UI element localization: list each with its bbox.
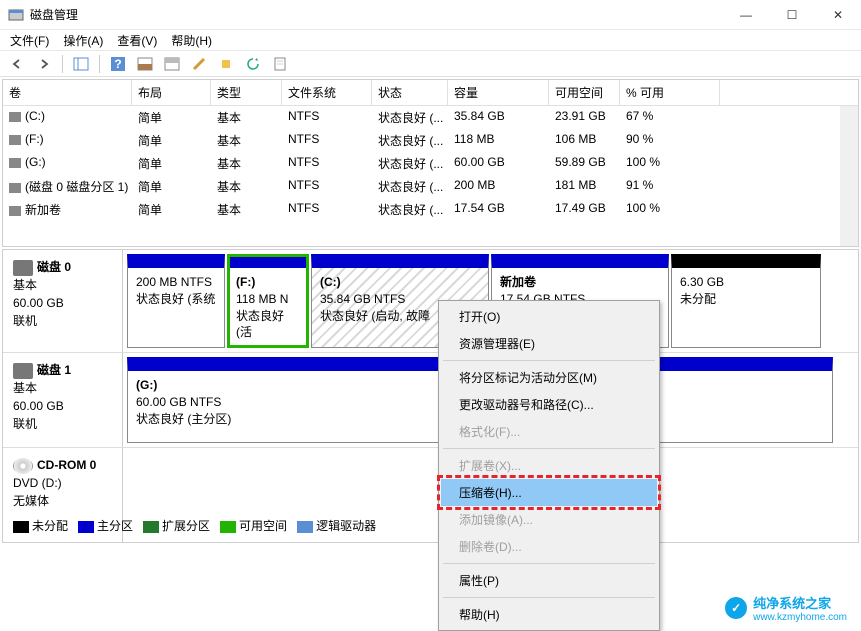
table-header[interactable]: 卷 布局 类型 文件系统 状态 容量 可用空间 % 可用 <box>3 80 858 106</box>
maximize-button[interactable]: ☐ <box>769 0 815 30</box>
minimize-button[interactable]: — <box>723 0 769 30</box>
legend-item: 扩展分区 <box>143 517 210 534</box>
col-type[interactable]: 类型 <box>211 80 282 105</box>
menu-help[interactable]: 帮助(H) <box>171 32 212 49</box>
partition[interactable]: (F:)118 MB N状态良好 (活 <box>227 254 309 348</box>
disk-graph: 磁盘 0基本60.00 GB联机200 MB NTFS状态良好 (系统(F:)1… <box>2 249 859 543</box>
disk-icon <box>13 363 33 379</box>
watermark: ✓ 纯净系统之家 www.kzmyhome.com <box>717 591 855 625</box>
partition[interactable]: 200 MB NTFS状态良好 (系统 <box>127 254 225 348</box>
close-button[interactable]: ✕ <box>815 0 861 30</box>
table-row[interactable]: 新加卷简单基本NTFS状态良好 (...17.54 GB17.49 GB100 … <box>3 198 840 221</box>
table-row[interactable]: (G:)简单基本NTFS状态良好 (...60.00 GB59.89 GB100… <box>3 152 840 175</box>
ctx-format[interactable]: 格式化(F)... <box>441 418 657 445</box>
help-button[interactable]: ? <box>107 53 129 75</box>
action2-button[interactable] <box>215 53 237 75</box>
col-layout[interactable]: 布局 <box>132 80 211 105</box>
table-row[interactable]: (C:)简单基本NTFS状态良好 (...35.84 GB23.91 GB67 … <box>3 106 840 129</box>
disk-row: 磁盘 1基本60.00 GB联机(G:)60.00 GB NTFS状态良好 (主… <box>3 352 858 447</box>
legend-item: 可用空间 <box>220 517 287 534</box>
volume-table: 卷 布局 类型 文件系统 状态 容量 可用空间 % 可用 (C:)简单基本NTF… <box>2 79 859 247</box>
legend-item: 逻辑驱动器 <box>297 517 376 534</box>
watermark-logo-icon: ✓ <box>725 597 747 619</box>
refresh-button[interactable] <box>242 53 264 75</box>
props-button[interactable] <box>269 53 291 75</box>
disk-icon <box>13 260 33 276</box>
col-pctfree[interactable]: % 可用 <box>620 80 720 105</box>
ctx-changeletter[interactable]: 更改驱动器号和路径(C)... <box>441 391 657 418</box>
show-tree-button[interactable] <box>70 53 92 75</box>
disk-row: 磁盘 0基本60.00 GB联机200 MB NTFS状态良好 (系统(F:)1… <box>3 250 858 352</box>
col-freespace[interactable]: 可用空间 <box>549 80 620 105</box>
ctx-open[interactable]: 打开(O) <box>441 303 657 330</box>
ctx-delete[interactable]: 删除卷(D)... <box>441 533 657 560</box>
table-row[interactable]: (F:)简单基本NTFS状态良好 (...118 MB106 MB90 % <box>3 129 840 152</box>
partition[interactable]: 6.30 GB未分配 <box>671 254 821 348</box>
ctx-shrink[interactable]: 压缩卷(H)... <box>441 479 657 506</box>
ctx-extend[interactable]: 扩展卷(X)... <box>441 452 657 479</box>
legend: 未分配主分区扩展分区可用空间逻辑驱动器 <box>7 513 382 538</box>
col-volume[interactable]: 卷 <box>3 80 132 105</box>
window-title: 磁盘管理 <box>30 6 723 23</box>
legend-item: 主分区 <box>78 517 133 534</box>
menu-view[interactable]: 查看(V) <box>117 32 157 49</box>
titlebar: 磁盘管理 — ☐ ✕ <box>0 0 861 30</box>
menu-action[interactable]: 操作(A) <box>63 32 103 49</box>
ctx-mirror[interactable]: 添加镜像(A)... <box>441 506 657 533</box>
context-menu: 打开(O) 资源管理器(E) 将分区标记为活动分区(M) 更改驱动器号和路径(C… <box>438 300 660 631</box>
ctx-explorer[interactable]: 资源管理器(E) <box>441 330 657 357</box>
watermark-brand: 纯净系统之家 <box>753 593 847 612</box>
forward-button[interactable] <box>33 53 55 75</box>
table-body[interactable]: (C:)简单基本NTFS状态良好 (...35.84 GB23.91 GB67 … <box>3 106 858 246</box>
watermark-url: www.kzmyhome.com <box>753 612 847 623</box>
toolbar: ? <box>0 51 861 77</box>
ctx-help[interactable]: 帮助(H) <box>441 601 657 628</box>
col-capacity[interactable]: 容量 <box>448 80 549 105</box>
back-button[interactable] <box>6 53 28 75</box>
cdrom-icon <box>13 458 33 474</box>
col-fs[interactable]: 文件系统 <box>282 80 372 105</box>
ctx-props[interactable]: 属性(P) <box>441 567 657 594</box>
svg-text:?: ? <box>114 57 121 71</box>
col-status[interactable]: 状态 <box>372 80 448 105</box>
ctx-active[interactable]: 将分区标记为活动分区(M) <box>441 364 657 391</box>
list-button[interactable] <box>161 53 183 75</box>
table-row[interactable]: (磁盘 0 磁盘分区 1)简单基本NTFS状态良好 (...200 MB181 … <box>3 175 840 198</box>
legend-item: 未分配 <box>13 517 68 534</box>
menubar: 文件(F) 操作(A) 查看(V) 帮助(H) <box>0 30 861 51</box>
action1-button[interactable] <box>188 53 210 75</box>
menu-file[interactable]: 文件(F) <box>10 32 49 49</box>
panel-button[interactable] <box>134 53 156 75</box>
app-icon <box>8 7 24 23</box>
